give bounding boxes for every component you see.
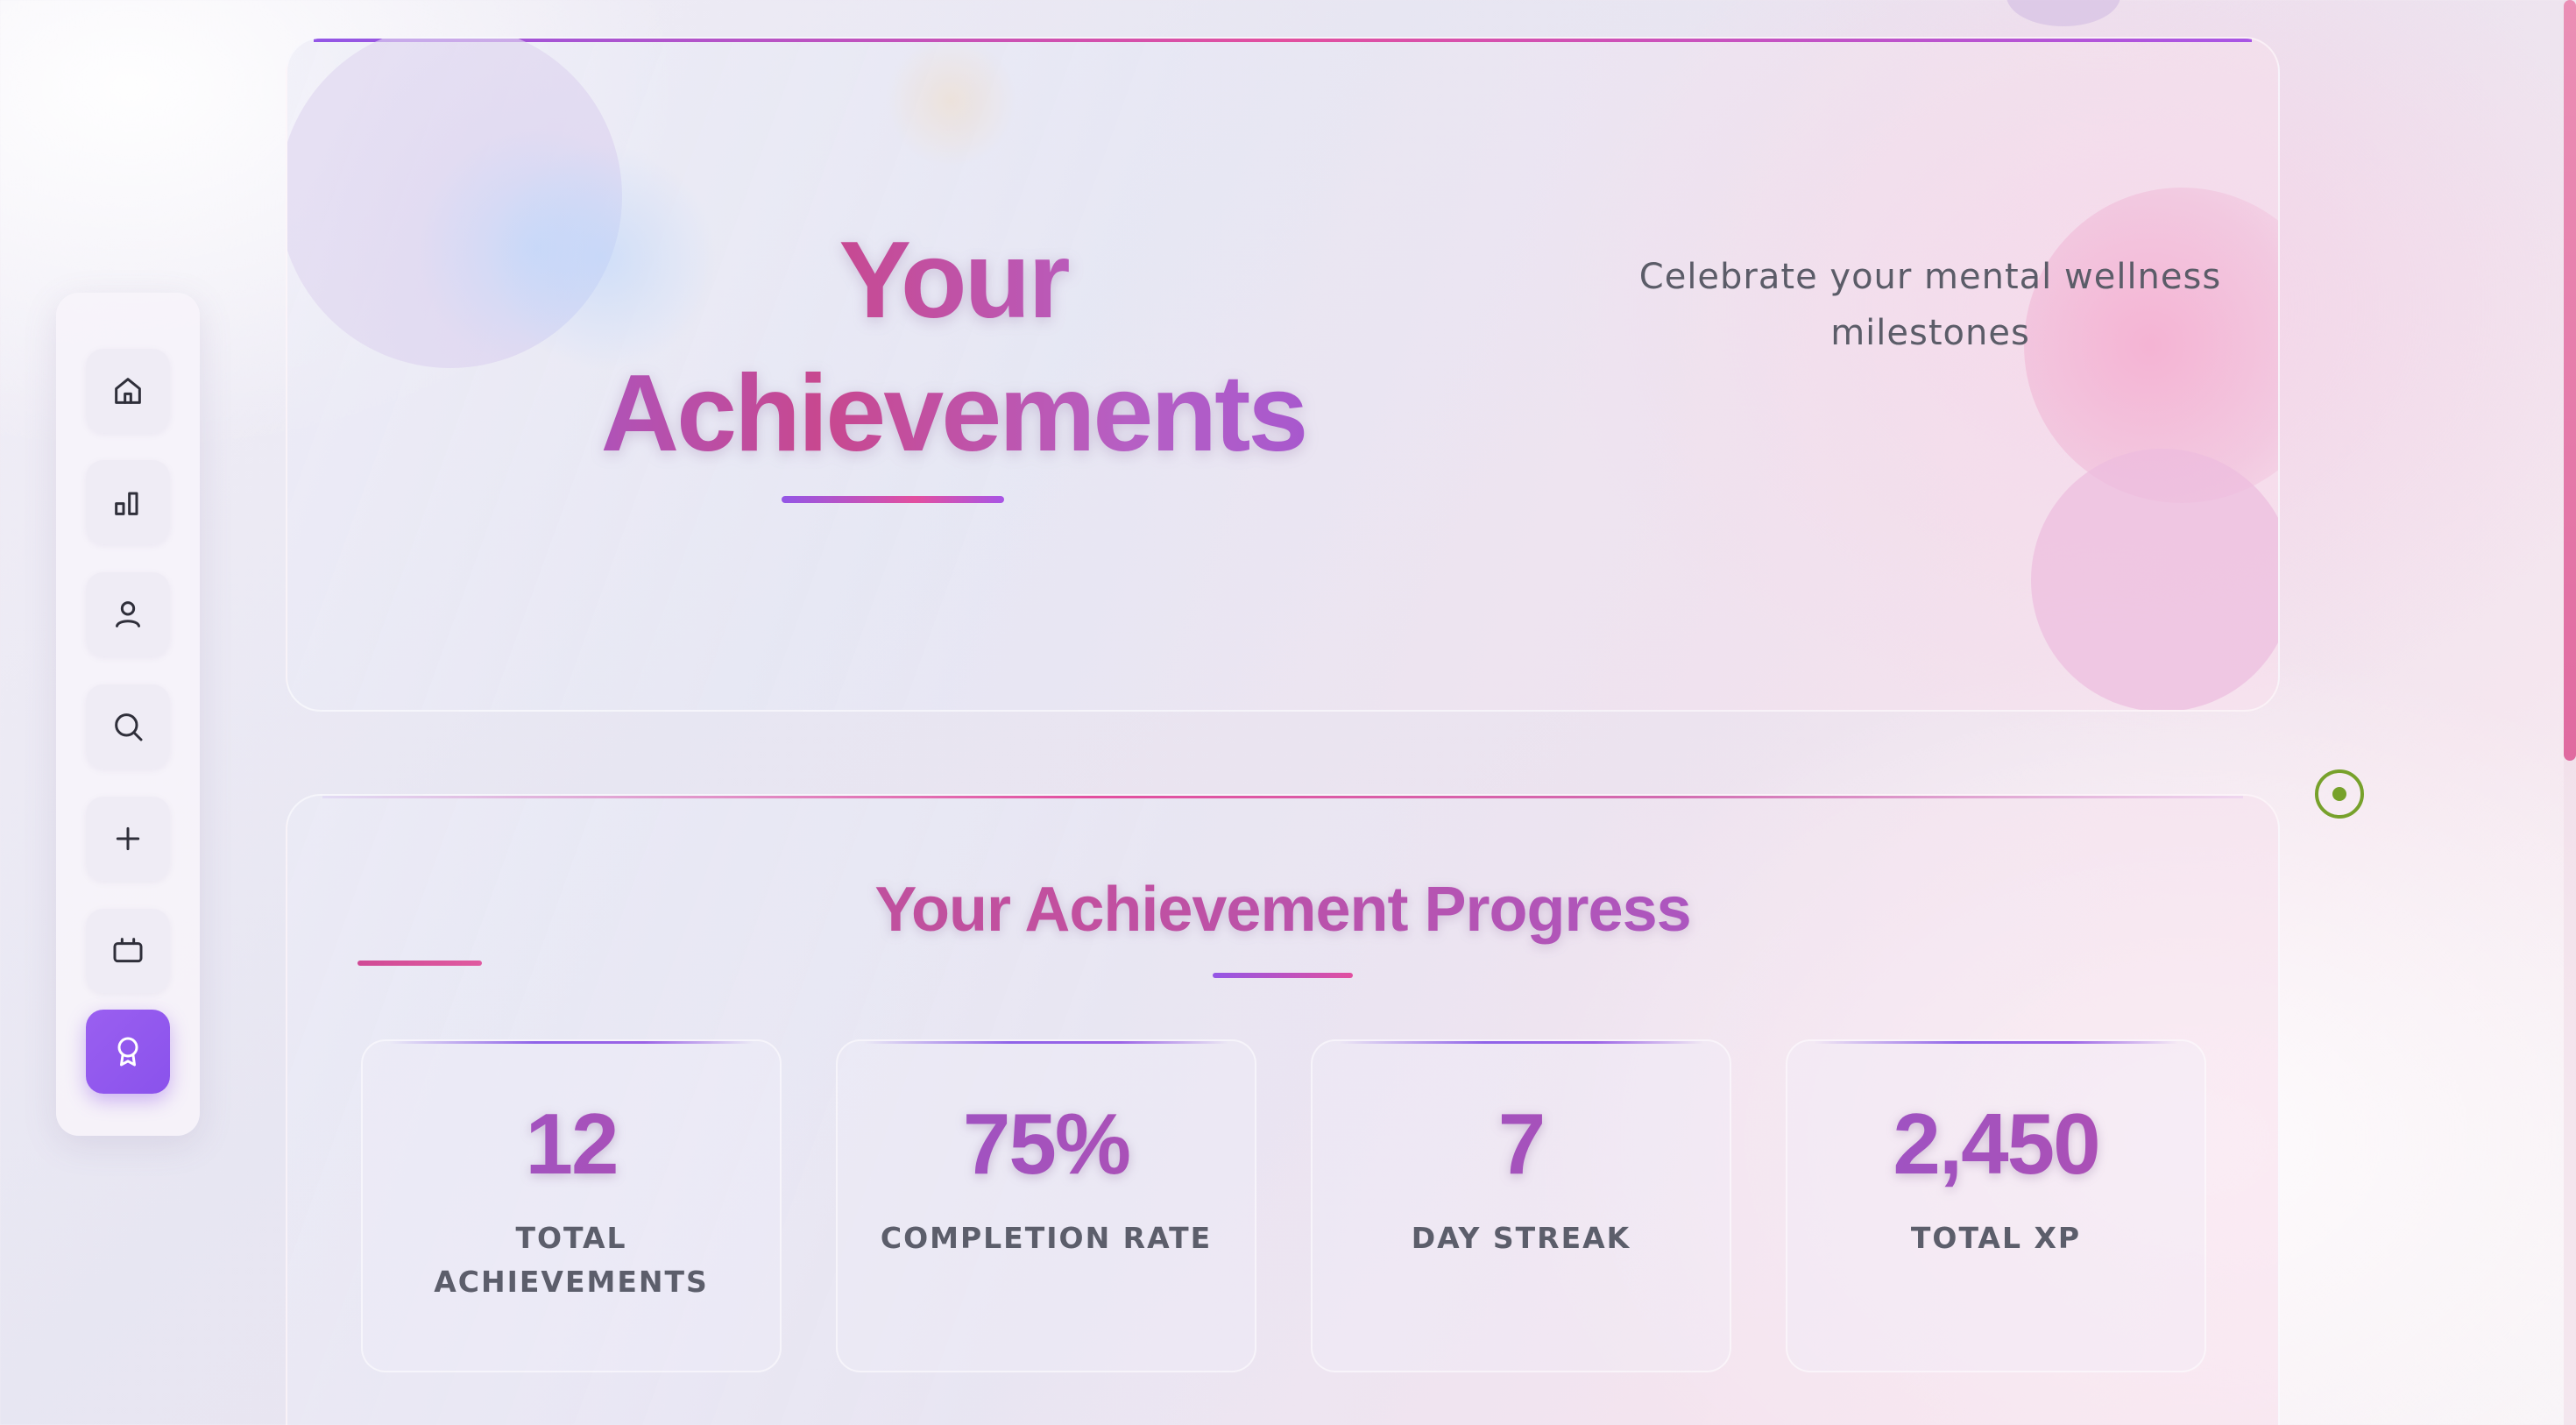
scrollbar-thumb[interactable] (2564, 0, 2576, 761)
page-scrollbar[interactable] (2564, 0, 2576, 1425)
nav-search-button[interactable] (86, 684, 170, 769)
stat-label: Day Streak (1411, 1221, 1631, 1255)
progress-title-underline (1213, 973, 1353, 978)
page-subtitle: Celebrate your mental wellness milestone… (1391, 249, 2278, 361)
stat-label: Completion Rate (880, 1221, 1213, 1255)
stat-label: Total Achievements (434, 1221, 709, 1299)
page-subtitle-line-1: Celebrate your mental wellness (1638, 257, 2222, 297)
stat-accent-line (864, 1041, 1228, 1044)
progress-card: Your Achievement Progress 12 Total Achie… (286, 794, 2280, 1425)
stat-accent-line (389, 1041, 754, 1044)
nav-stats-button[interactable] (86, 460, 170, 544)
stat-value: 75% (838, 1095, 1255, 1192)
progress-accent-line (322, 796, 2243, 798)
nav-profile-button[interactable] (86, 572, 170, 656)
nav-home-button[interactable] (86, 349, 170, 433)
home-icon (115, 378, 141, 404)
stat-value: 12 (363, 1095, 780, 1192)
floating-indicator-button[interactable] (2315, 769, 2364, 819)
page-title: Your Achievements (515, 214, 1391, 480)
bar-chart-icon (115, 492, 138, 515)
nav-add-button[interactable] (86, 797, 170, 881)
page-title-line-2: Achievements (600, 353, 1306, 474)
user-icon (116, 601, 140, 627)
hero-card: Your Achievements Celebrate your mental … (286, 37, 2280, 712)
progress-title: Your Achievement Progress (287, 866, 2278, 954)
award-icon (117, 1037, 138, 1067)
stat-card-day-streak: 7 Day Streak (1311, 1039, 1731, 1372)
decorative-line (357, 961, 482, 966)
search-icon (115, 713, 143, 741)
stat-label: Total XP (1910, 1221, 2082, 1255)
hero-accent-line (314, 39, 2252, 42)
stat-accent-line (1814, 1041, 2178, 1044)
nav-achievements-button[interactable] (86, 1010, 170, 1094)
sidebar-nav (56, 293, 200, 1136)
nav-media-button[interactable] (86, 909, 170, 993)
stat-value: 2,450 (1787, 1095, 2204, 1192)
stat-value: 7 (1313, 1095, 1730, 1192)
stat-card-total-achievements: 12 Total Achievements (361, 1039, 782, 1372)
decorative-circle (2031, 449, 2278, 710)
page-title-line-1: Your (839, 220, 1068, 341)
tv-icon (113, 938, 143, 963)
page-subtitle-line-2: milestones (1830, 313, 2030, 353)
indicator-dot-icon (2332, 787, 2346, 801)
background-blob (2006, 0, 2120, 26)
plus-icon (116, 826, 140, 851)
stat-card-completion-rate: 75% Completion Rate (836, 1039, 1256, 1372)
stat-card-total-xp: 2,450 Total XP (1786, 1039, 2206, 1372)
title-underline (782, 496, 1004, 503)
stat-accent-line (1339, 1041, 1703, 1044)
